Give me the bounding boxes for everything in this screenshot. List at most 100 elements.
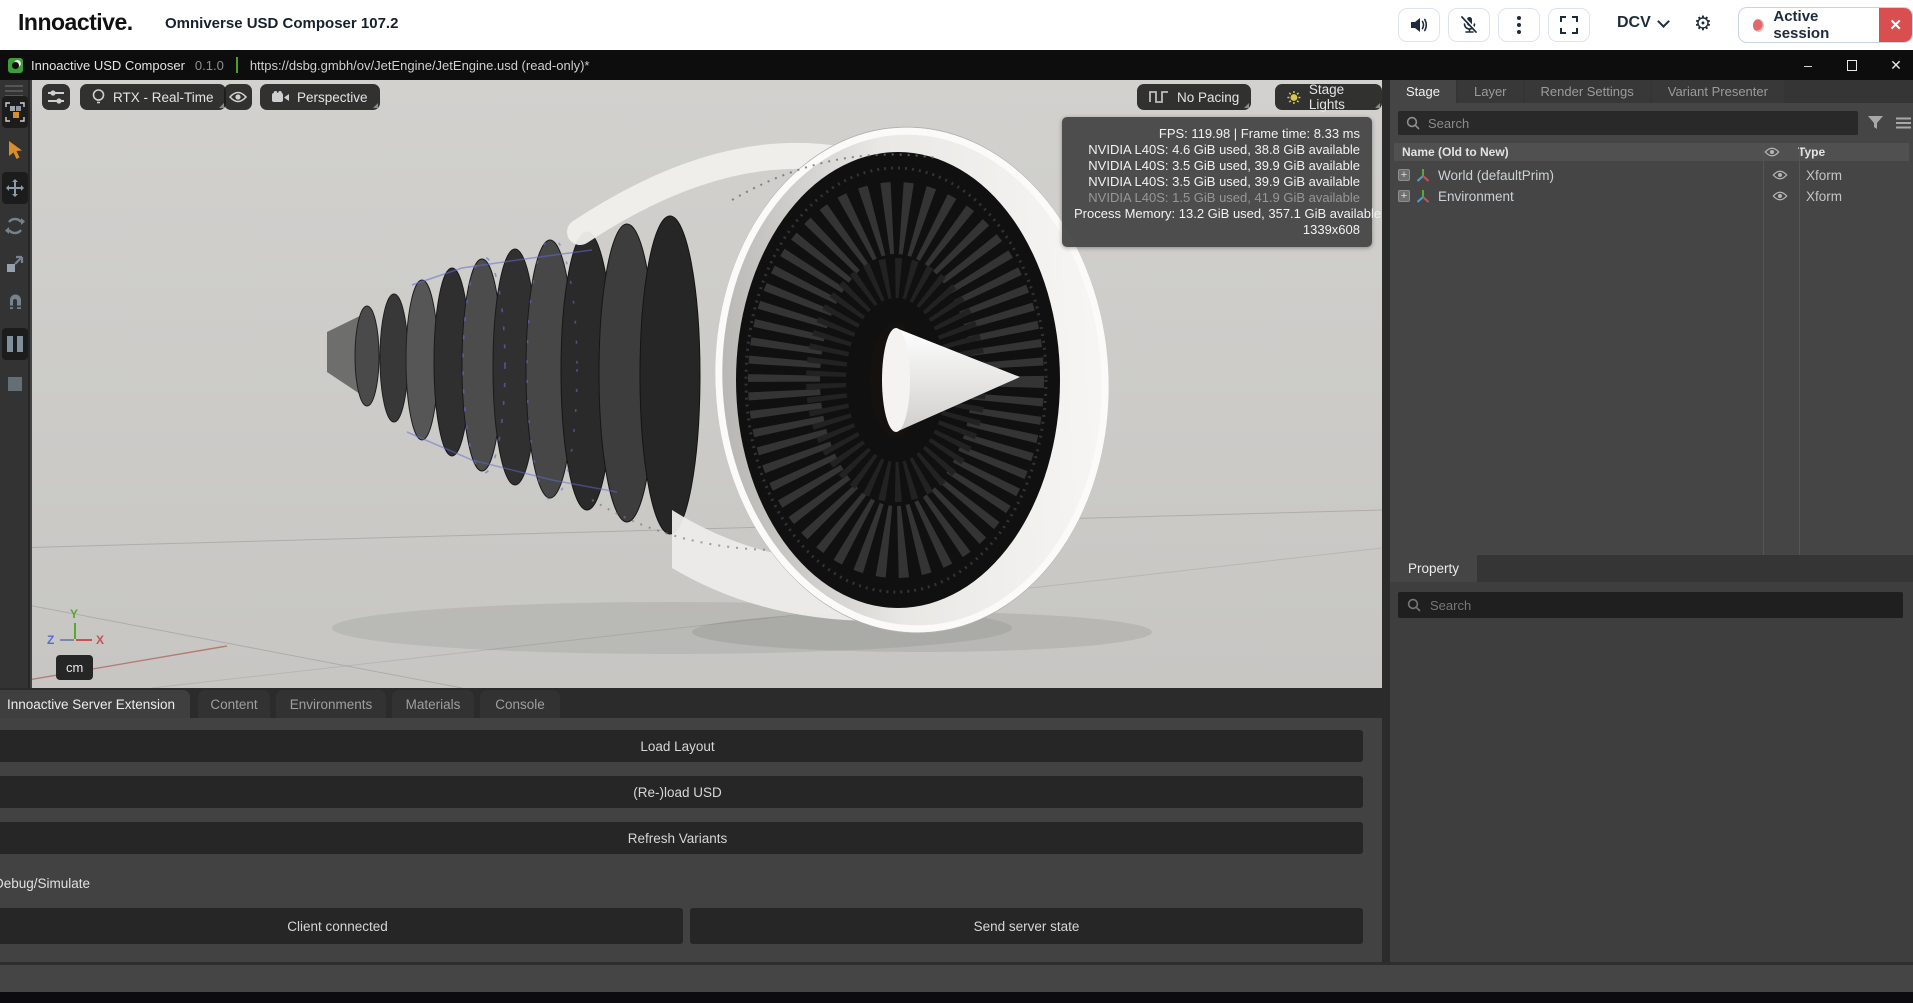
property-search-input[interactable] <box>1398 592 1903 618</box>
prim-name: World (defaultPrim) <box>1438 168 1768 183</box>
chevron-down-icon <box>1657 15 1670 28</box>
no-pacing-label: No Pacing <box>1177 90 1239 105</box>
left-toolbar <box>0 80 30 688</box>
xform-prim-icon <box>1416 168 1430 182</box>
right-panel: Stage Layer Render Settings Variant Pres… <box>1390 80 1913 992</box>
tab-innoactive-server-extension[interactable]: Innoactive Server Extension <box>0 690 190 718</box>
title-separator <box>236 57 238 73</box>
tree-row-environment[interactable]: + Environment Xform <box>1394 186 1909 206</box>
more-options-button[interactable] <box>1498 8 1540 42</box>
fps-stat: FPS: 119.98 | Frame time: 8.33 ms <box>1074 126 1360 142</box>
tab-stage[interactable]: Stage <box>1390 80 1456 103</box>
eye-icon <box>1772 170 1788 180</box>
stage-panel-tabs: Stage Layer Render Settings Variant Pres… <box>1390 80 1913 103</box>
load-layout-button[interactable]: Load Layout <box>0 730 1363 762</box>
list-options-button[interactable] <box>1892 112 1913 134</box>
snap-tool[interactable] <box>2 286 28 318</box>
session-status-dot-icon <box>1753 19 1764 32</box>
active-session-control[interactable]: Active session ✕ <box>1738 7 1913 43</box>
camera-selector[interactable]: Perspective <box>260 84 380 110</box>
renderer-label: RTX - Real-Time <box>113 90 214 105</box>
renderer-selector[interactable]: RTX - Real-Time <box>80 84 226 110</box>
window-app-version: 0.1.0 <box>195 58 224 73</box>
axis-x-label: X <box>96 633 104 647</box>
selection-mode-button[interactable] <box>2 96 28 128</box>
square-wave-icon <box>1149 90 1169 104</box>
status-strip <box>0 962 1913 992</box>
viewport-3d-canvas[interactable]: RTX - Real-Time Perspective No Pacing <box>32 80 1382 688</box>
send-server-state-button[interactable]: Send server state <box>690 908 1363 944</box>
fullscreen-button[interactable] <box>1548 8 1590 42</box>
visibility-toggle[interactable] <box>1762 191 1798 201</box>
pause-icon <box>7 336 23 352</box>
panel-divider[interactable] <box>1382 80 1390 992</box>
stage-lights-toggle[interactable]: Stage Lights <box>1275 84 1382 110</box>
window-title-bar: Innoactive USD Composer 0.1.0 https://ds… <box>0 50 1913 80</box>
refresh-variants-button[interactable]: Refresh Variants <box>0 822 1363 854</box>
top-bar: Innoactive. Omniverse USD Composer 107.2 <box>0 0 1913 50</box>
eye-icon <box>1764 147 1780 157</box>
scale-tool[interactable] <box>2 248 28 280</box>
visibility-toggle[interactable] <box>1762 170 1798 180</box>
select-prims-icon <box>5 102 25 122</box>
application-window: Innoactive. Omniverse USD Composer 107.2 <box>0 0 1913 1003</box>
column-name-header[interactable]: Name (Old to New) <box>1394 145 1754 159</box>
expand-icon[interactable]: + <box>1398 190 1410 202</box>
expand-icon[interactable]: + <box>1398 169 1410 181</box>
cursor-arrow-icon <box>7 140 24 160</box>
debug-simulate-label: Debug/Simulate <box>0 876 90 891</box>
settings-gear-button[interactable]: ⚙ <box>1694 11 1712 37</box>
tree-row-world[interactable]: + World (defaultPrim) Xform <box>1394 165 1909 185</box>
visibility-options-button[interactable] <box>224 84 252 110</box>
tab-console[interactable]: Console <box>480 690 560 718</box>
visibility-column-header <box>1754 147 1790 157</box>
prim-type: Xform <box>1798 168 1842 183</box>
property-panel <box>1390 582 1913 992</box>
tree-header: Name (Old to New) Type <box>1394 143 1909 161</box>
viewport-settings-button[interactable] <box>42 84 70 110</box>
tab-property[interactable]: Property <box>1390 555 1477 582</box>
mic-off-icon <box>1459 15 1479 35</box>
no-pacing-toggle[interactable]: No Pacing <box>1137 84 1251 110</box>
stage-lights-icon <box>1287 89 1301 106</box>
stage-search-input[interactable] <box>1398 111 1858 135</box>
units-badge: cm <box>56 655 93 680</box>
eye-icon <box>229 91 247 103</box>
column-type-header[interactable]: Type <box>1790 145 1825 159</box>
volume-button[interactable] <box>1398 8 1440 42</box>
cursor-select-tool[interactable] <box>2 134 28 166</box>
tab-layer[interactable]: Layer <box>1458 80 1523 103</box>
gpu-stat: NVIDIA L40S: 3.5 GiB used, 39.9 GiB avai… <box>1074 158 1360 174</box>
tab-variant-presenter[interactable]: Variant Presenter <box>1652 80 1784 103</box>
stop-playback-button[interactable] <box>2 368 28 400</box>
eye-icon <box>1772 191 1788 201</box>
dcv-label: DCV <box>1617 14 1651 32</box>
move-icon <box>5 178 25 198</box>
filter-funnel-icon <box>1868 116 1883 130</box>
bottom-tab-bar: Innoactive Server Extension Content Envi… <box>0 688 1382 718</box>
stage-file-path: https://dsbg.gmbh/ov/JetEngine/JetEngine… <box>250 58 590 73</box>
client-connected-button[interactable]: Client connected <box>0 908 683 944</box>
magnet-icon <box>6 293 25 312</box>
close-window-button[interactable]: ✕ <box>1887 57 1905 74</box>
rotate-icon <box>5 216 25 236</box>
microphone-muted-button[interactable] <box>1448 8 1490 42</box>
resolution-stat: 1339x608 <box>1074 222 1360 238</box>
tab-environments[interactable]: Environments <box>276 690 386 718</box>
dcv-dropdown[interactable]: DCV <box>1617 14 1668 32</box>
end-session-button[interactable]: ✕ <box>1879 8 1912 42</box>
reload-usd-button[interactable]: (Re-)load USD <box>0 776 1363 808</box>
window-app-name: Innoactive USD Composer <box>31 58 185 73</box>
camera-icon <box>272 91 289 104</box>
maximize-icon <box>1847 60 1857 71</box>
move-tool[interactable] <box>2 172 28 204</box>
tab-content[interactable]: Content <box>198 690 270 718</box>
filter-button[interactable] <box>1864 112 1886 134</box>
minimize-button[interactable]: – <box>1799 57 1817 73</box>
pause-playback-button[interactable] <box>2 328 28 360</box>
bottom-panel: Innoactive Server Extension Content Envi… <box>0 688 1382 962</box>
tab-materials[interactable]: Materials <box>392 690 474 718</box>
tab-render-settings[interactable]: Render Settings <box>1525 80 1650 103</box>
rotate-tool[interactable] <box>2 210 28 242</box>
maximize-button[interactable] <box>1843 57 1861 73</box>
